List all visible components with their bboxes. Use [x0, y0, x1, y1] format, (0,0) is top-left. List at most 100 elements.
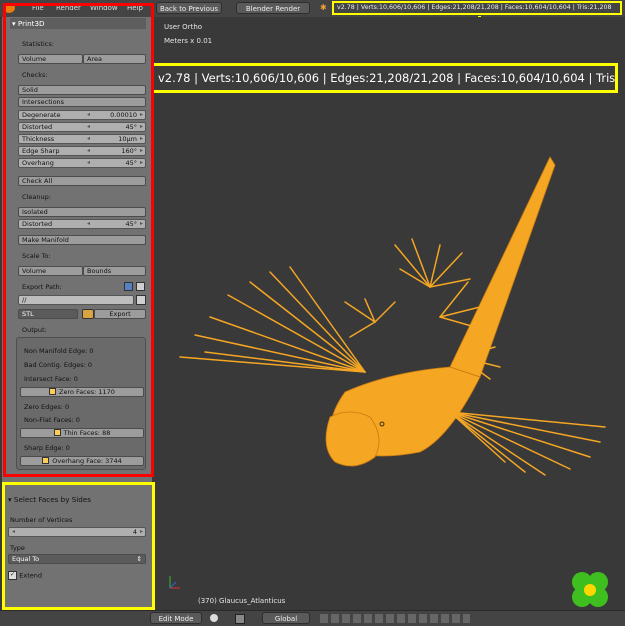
edge-sharp-value: 160° [121, 147, 137, 155]
distorted-field[interactable]: Distorted ◂ 45° ▸ [18, 122, 146, 132]
extend-checkbox-row[interactable]: ✓ Extend [8, 571, 42, 580]
checks-label: Checks: [22, 71, 48, 79]
back-to-previous-button[interactable]: Back to Previous [156, 2, 222, 14]
output-bad-contig: Bad Contig. Edges: 0 [24, 361, 93, 369]
active-object-label: (370) Glaucus_Atlanticus [198, 597, 286, 605]
thin-faces-button[interactable]: Thin Faces: 88 [20, 428, 144, 438]
check-all-button[interactable]: Check All [18, 176, 146, 186]
select-faces-title: Select Faces by Sides [13, 495, 92, 504]
select-icon [42, 457, 50, 464]
render-engine-select[interactable]: Blender Render [236, 2, 310, 14]
cleanup-distorted-label: Distorted [22, 220, 53, 228]
cleanup-isolated-button[interactable]: Isolated [18, 207, 146, 217]
increment-icon[interactable]: ▸ [140, 159, 143, 167]
print3d-title: Print3D [17, 19, 45, 28]
thickness-label: Thickness [22, 135, 55, 143]
menu-file[interactable]: File [32, 4, 44, 12]
3d-viewport[interactable]: User Ortho Meters x 0.01 (370) Glaucus_A… [150, 17, 625, 608]
print3d-panel-header[interactable]: ▾ Print3D [10, 18, 146, 29]
overhang-label: Overhang [22, 159, 54, 167]
decrement-icon[interactable]: ◂ [87, 159, 90, 167]
menu-render[interactable]: Render [56, 4, 81, 12]
dropdown-arrow-icon: ⇕ [136, 555, 142, 563]
output-sharp-edge: Sharp Edge: 0 [24, 444, 70, 452]
select-icon [53, 429, 61, 436]
pivot-icon[interactable] [235, 614, 245, 624]
decrement-icon[interactable]: ◂ [87, 135, 90, 143]
export-icon[interactable] [82, 309, 94, 319]
export-path-input[interactable]: // [18, 295, 134, 305]
blender-logo-icon[interactable] [3, 3, 15, 13]
decrement-icon[interactable]: ◂ [87, 111, 90, 119]
edge-sharp-field[interactable]: Edge Sharp ◂ 160° ▸ [18, 146, 146, 156]
zero-faces-label: Zero Faces: 1170 [59, 388, 115, 396]
increment-icon[interactable]: ▸ [140, 123, 143, 131]
export-button[interactable]: Export [94, 309, 146, 319]
scene-stats-topbar: v2.78 | Verts:10,606/10,606 | Edges:21,2… [332, 1, 622, 15]
select-faces-header[interactable]: ▾ Select Faces by Sides [6, 494, 146, 505]
extend-label: Extend [19, 571, 42, 580]
select-icon [49, 388, 57, 395]
scale-bounds-button[interactable]: Bounds [83, 266, 146, 276]
thickness-value: 10µm [118, 135, 137, 143]
orientation-select[interactable]: Global [262, 612, 310, 624]
type-select[interactable]: Equal To ⇕ [8, 554, 146, 564]
viewport-header-bar: Edit Mode Global [0, 610, 625, 626]
overhang-face-button[interactable]: Overhang Face: 3744 [20, 456, 144, 466]
open-folder-icon[interactable] [136, 295, 146, 305]
make-manifold-button[interactable]: Make Manifold [18, 235, 146, 245]
thin-faces-label: Thin Faces: 88 [63, 429, 111, 437]
export-path-value: // [22, 296, 27, 304]
overhang-field[interactable]: Overhang ◂ 45° ▸ [18, 158, 146, 168]
scene-stats-callout: v2.78 | Verts:10,606/10,606 | Edges:21,2… [148, 63, 618, 93]
type-value: Equal To [12, 555, 40, 563]
decrement-icon[interactable]: ◂ [12, 528, 15, 536]
decrement-icon[interactable]: ◂ [87, 123, 90, 131]
number-of-vertices-field[interactable]: ◂ 4 ▸ [8, 527, 146, 537]
mode-select[interactable]: Edit Mode [150, 612, 202, 624]
increment-icon[interactable]: ▸ [140, 528, 143, 536]
export-format-select[interactable]: STL [18, 309, 78, 319]
increment-icon[interactable]: ▸ [140, 111, 143, 119]
check-intersections-button[interactable]: Intersections [18, 97, 146, 107]
shading-icon[interactable] [210, 614, 218, 622]
cleanup-distorted-field[interactable]: Distorted ◂ 45° ▸ [18, 219, 146, 229]
number-of-vertices-value: 4 [132, 528, 137, 536]
decrement-icon[interactable]: ◂ [87, 220, 90, 228]
scale-volume-button[interactable]: Volume [18, 266, 83, 276]
output-label: Output: [22, 326, 47, 334]
increment-icon[interactable]: ▸ [140, 220, 143, 228]
degenerate-field[interactable]: Degenerate ◂ 0.00010 ▸ [18, 110, 146, 120]
overhang-value: 45° [125, 159, 137, 167]
extend-checkbox[interactable]: ✓ [8, 571, 17, 580]
scale-to-label: Scale To: [22, 252, 51, 260]
folder-icon[interactable] [136, 282, 145, 291]
output-zero-edges: Zero Edges: 0 [24, 403, 70, 411]
render-icon: ✱ [320, 3, 327, 12]
check-solid-button[interactable]: Solid [18, 85, 146, 95]
export-path-label: Export Path: [22, 283, 62, 291]
output-non-manifold: Non Manifold Edge: 0 [24, 347, 94, 355]
statistics-volume-button[interactable]: Volume [18, 54, 83, 64]
file-browser-icon[interactable] [124, 282, 133, 291]
viewport-toolbar-icons[interactable] [320, 614, 470, 623]
output-non-flat-faces: Non-Flat Faces: 0 [24, 416, 80, 424]
zero-faces-button[interactable]: Zero Faces: 1170 [20, 387, 144, 397]
cleanup-label: Cleanup: [22, 193, 51, 201]
overhang-face-label: Overhang Face: 3744 [52, 457, 122, 465]
decrement-icon[interactable]: ◂ [87, 147, 90, 155]
glaucus-mesh[interactable] [150, 17, 625, 608]
menu-help[interactable]: Help [127, 4, 143, 12]
statistics-label: Statistics: [22, 40, 54, 48]
increment-icon[interactable]: ▸ [140, 147, 143, 155]
menu-window[interactable]: Window [90, 4, 118, 12]
degenerate-value: 0.00010 [110, 111, 137, 119]
increment-icon[interactable]: ▸ [140, 135, 143, 143]
thickness-field[interactable]: Thickness ◂ 10µm ▸ [18, 134, 146, 144]
statistics-area-button[interactable]: Area [83, 54, 146, 64]
type-label: Type [10, 544, 25, 552]
axis-gizmo-icon [169, 576, 180, 589]
clover-logo-icon [572, 572, 608, 607]
degenerate-label: Degenerate [22, 111, 61, 119]
output-intersect-face: Intersect Face: 0 [24, 375, 78, 383]
